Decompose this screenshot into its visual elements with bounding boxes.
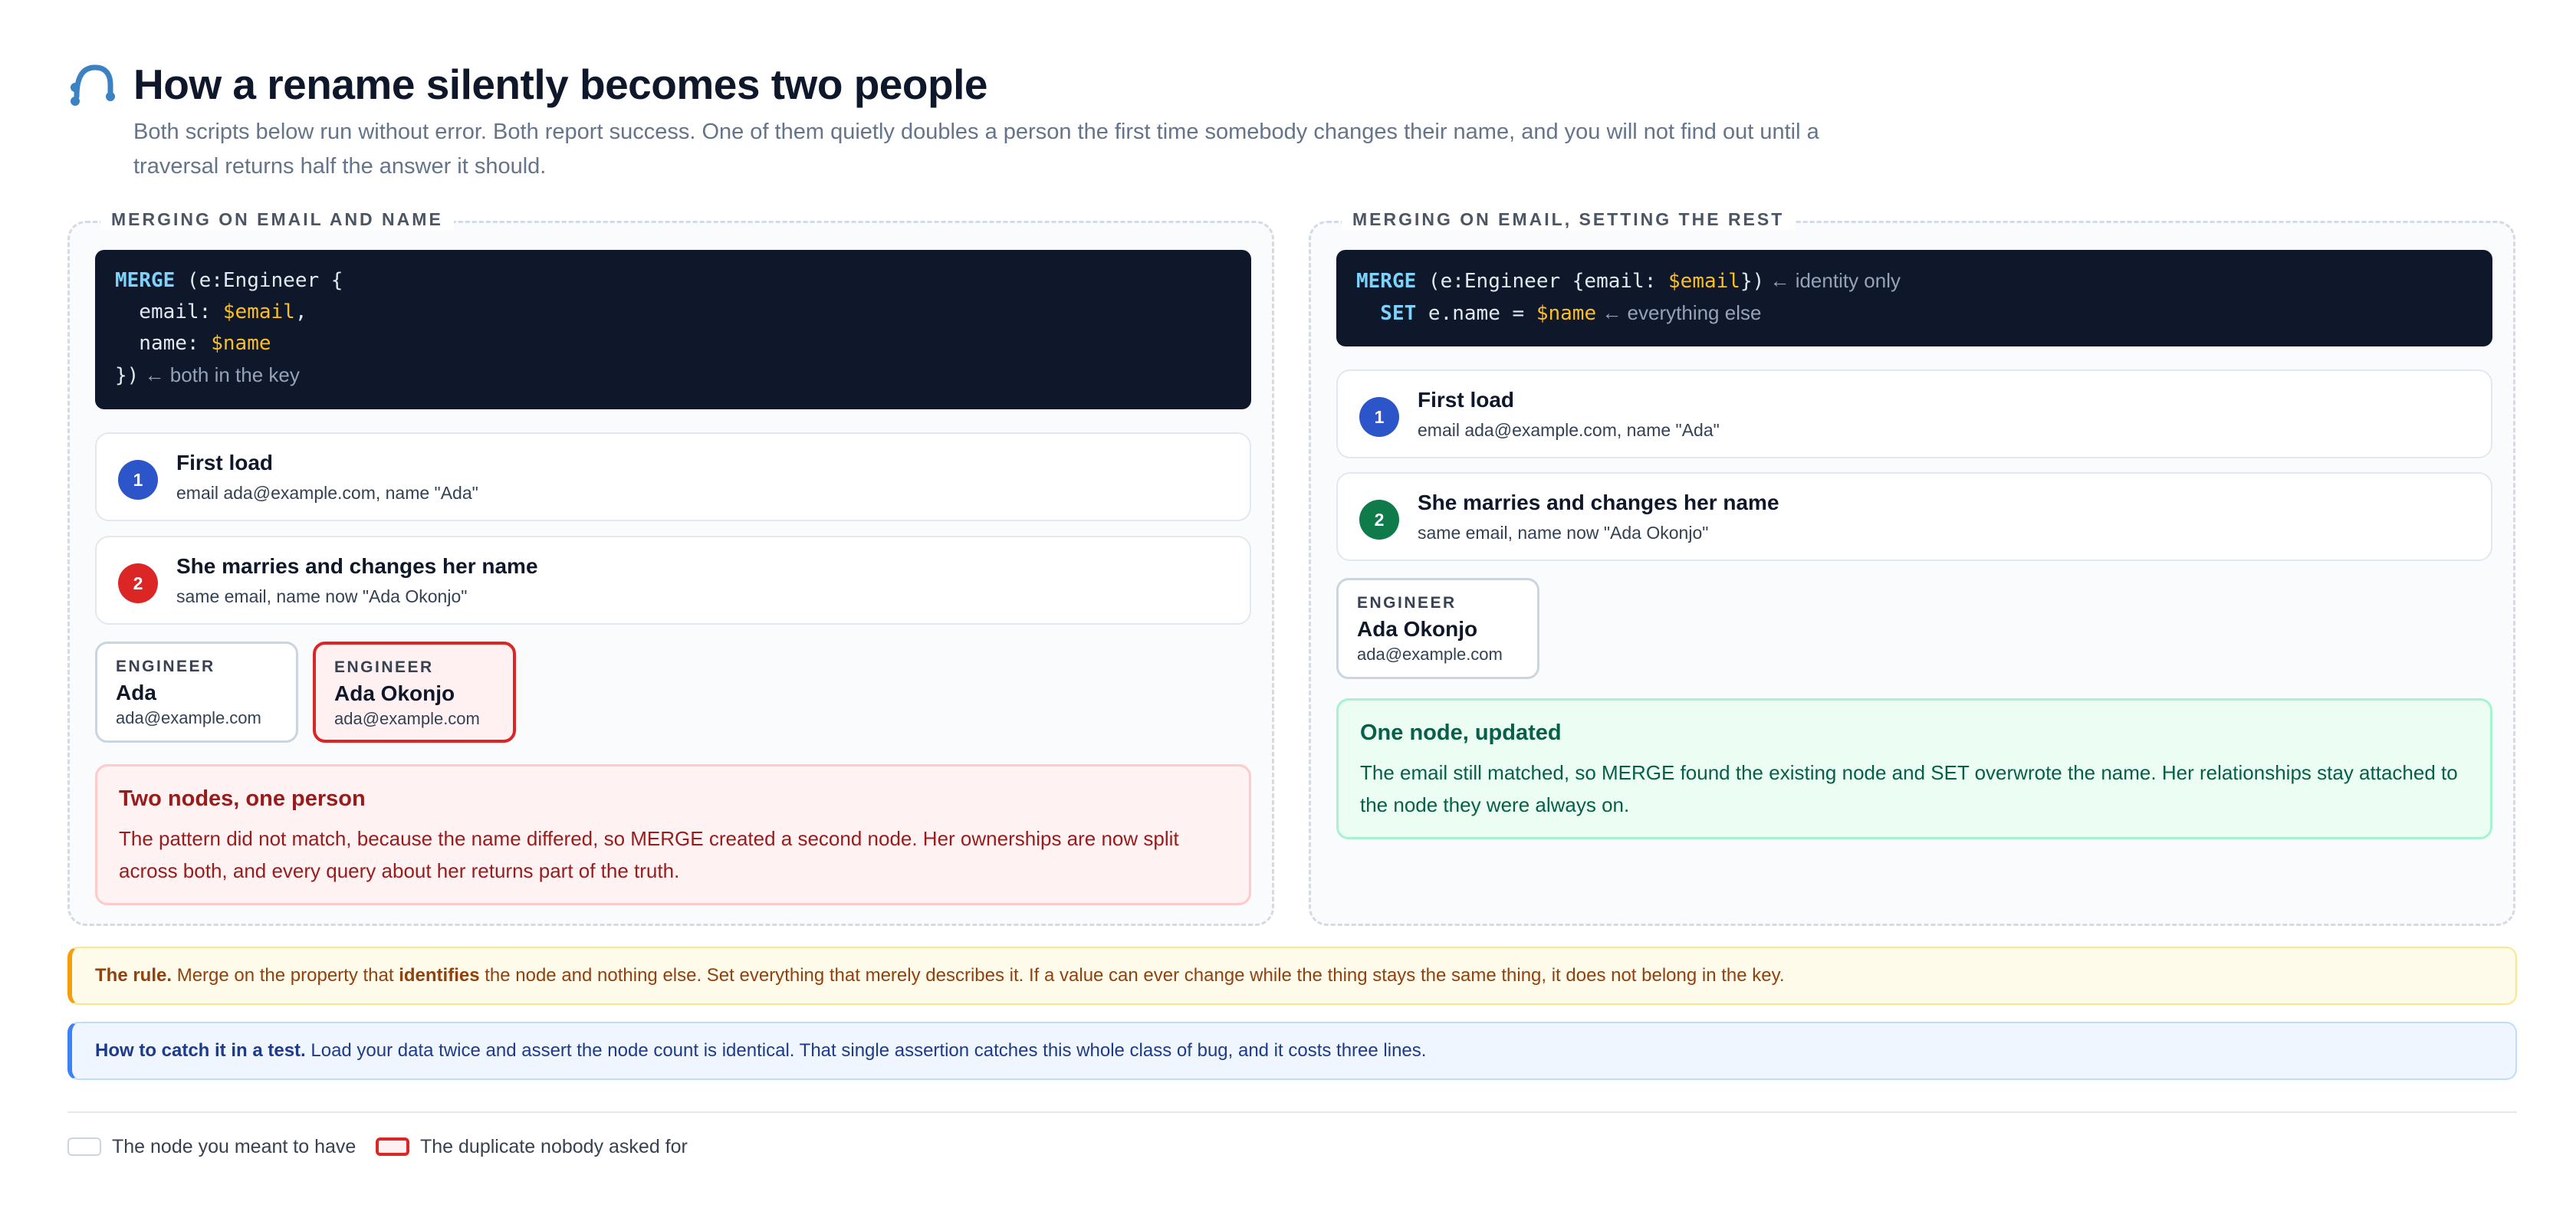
code-text: (e:Engineer {email: [1416, 270, 1669, 293]
code-comment: ← both in the key [139, 363, 300, 386]
outcome-two-nodes: Two nodes, one person The pattern did no… [95, 764, 1251, 905]
code-text: , [294, 300, 307, 323]
outcome-text: The email still matched, so MERGE found … [1360, 761, 2458, 816]
rule-text: Merge on the property that [172, 965, 399, 986]
step-subtitle: email ada@example.com, name "Ada" [1418, 420, 1720, 440]
engineer-node: ENGINEER Ada Okonjo ada@example.com [1336, 578, 1539, 679]
legend-label: The node you meant to have [112, 1136, 356, 1157]
step-title: First load [1418, 388, 1515, 412]
code-text: }) [1740, 270, 1765, 293]
code-text: e.name = [1416, 302, 1536, 325]
code-text: }) [115, 364, 140, 387]
step-subtitle: email ada@example.com, name "Ada" [176, 483, 478, 503]
legend-swatch-normal [67, 1137, 101, 1156]
panel-merge-email-and-name: MERGING ON EMAIL AND NAME MERGE (e:Engin… [67, 209, 1274, 926]
outcome-title: Two nodes, one person [119, 786, 366, 811]
page-subtitle: Both scripts below run without error. Bo… [133, 120, 1819, 179]
node-name: Ada Okonjo [334, 681, 455, 705]
code-comment: ← everything else [1596, 301, 1762, 324]
node-name: Ada Okonjo [1357, 617, 1478, 641]
code-comment: ← identity only [1764, 269, 1901, 292]
panel-label: MERGING ON EMAIL AND NAME [100, 209, 454, 230]
divider [67, 1111, 2517, 1113]
step-first-load: 1 First load email ada@example.com, name… [1336, 369, 2492, 458]
rule-lead: The rule. [95, 965, 172, 986]
code-variable: $email [222, 300, 295, 323]
rule-callout: The rule. Merge on the property that ide… [67, 947, 2517, 1005]
code-text: email: [115, 300, 223, 323]
legend-swatch-duplicate [376, 1137, 409, 1156]
panel-merge-email-set-rest: MERGING ON EMAIL, SETTING THE REST MERGE… [1309, 209, 2515, 926]
test-text: Load your data twice and assert the node… [305, 1040, 1427, 1061]
step-title: First load [176, 451, 274, 474]
code-keyword: SET [1356, 302, 1417, 325]
node-name: Ada [116, 681, 156, 704]
code-variable: $name [1536, 302, 1597, 325]
legend-label: The duplicate nobody asked for [420, 1136, 688, 1157]
step-number-badge: 2 [1359, 500, 1399, 540]
node-type-label: ENGINEER [334, 658, 434, 676]
node-email: ada@example.com [334, 709, 480, 728]
code-text: (e:Engineer { [175, 269, 343, 292]
outcome-one-node: One node, updated The email still matche… [1336, 698, 2492, 839]
step-number-badge: 2 [118, 563, 158, 603]
page-title: How a rename silently becomes two people [133, 61, 987, 108]
test-lead: How to catch it in a test. [95, 1040, 306, 1061]
step-title: She marries and changes her name [176, 554, 538, 578]
code-keyword: MERGE [115, 269, 176, 292]
code-block: MERGE (e:Engineer {email: $email}) ← ide… [1336, 250, 2492, 346]
outcome-title: One node, updated [1360, 721, 1562, 745]
node-type-label: ENGINEER [116, 658, 215, 675]
engineer-node: ENGINEER Ada ada@example.com [95, 642, 298, 743]
rule-emphasis: identifies [399, 965, 480, 986]
step-title: She marries and changes her name [1418, 491, 1779, 514]
code-block: MERGE (e:Engineer { email: $email, name:… [95, 250, 1251, 409]
code-keyword: MERGE [1356, 270, 1417, 293]
engineer-node-duplicate: ENGINEER Ada Okonjo ada@example.com [313, 642, 516, 743]
code-variable: $name [211, 332, 271, 355]
step-subtitle: same email, name now "Ada Okonjo" [1418, 523, 1709, 543]
step-name-change: 2 She marries and changes her name same … [95, 536, 1251, 625]
panel-label: MERGING ON EMAIL, SETTING THE REST [1342, 209, 1796, 230]
step-subtitle: same email, name now "Ada Okonjo" [176, 586, 468, 606]
node-type-label: ENGINEER [1357, 594, 1457, 612]
outcome-text: The pattern did not match, because the n… [119, 827, 1179, 882]
step-number-badge: 1 [1359, 397, 1399, 437]
code-text: name: [115, 332, 212, 355]
graph-path-icon [71, 64, 115, 106]
node-email: ada@example.com [116, 708, 261, 727]
test-callout: How to catch it in a test. Load your dat… [67, 1022, 2517, 1080]
step-number-badge: 1 [118, 460, 158, 500]
node-email: ada@example.com [1357, 645, 1503, 664]
step-name-change: 2 She marries and changes her name same … [1336, 472, 2492, 561]
code-variable: $email [1668, 270, 1740, 293]
rule-text: the node and nothing else. Set everythin… [479, 965, 1785, 986]
step-first-load: 1 First load email ada@example.com, name… [95, 432, 1251, 521]
